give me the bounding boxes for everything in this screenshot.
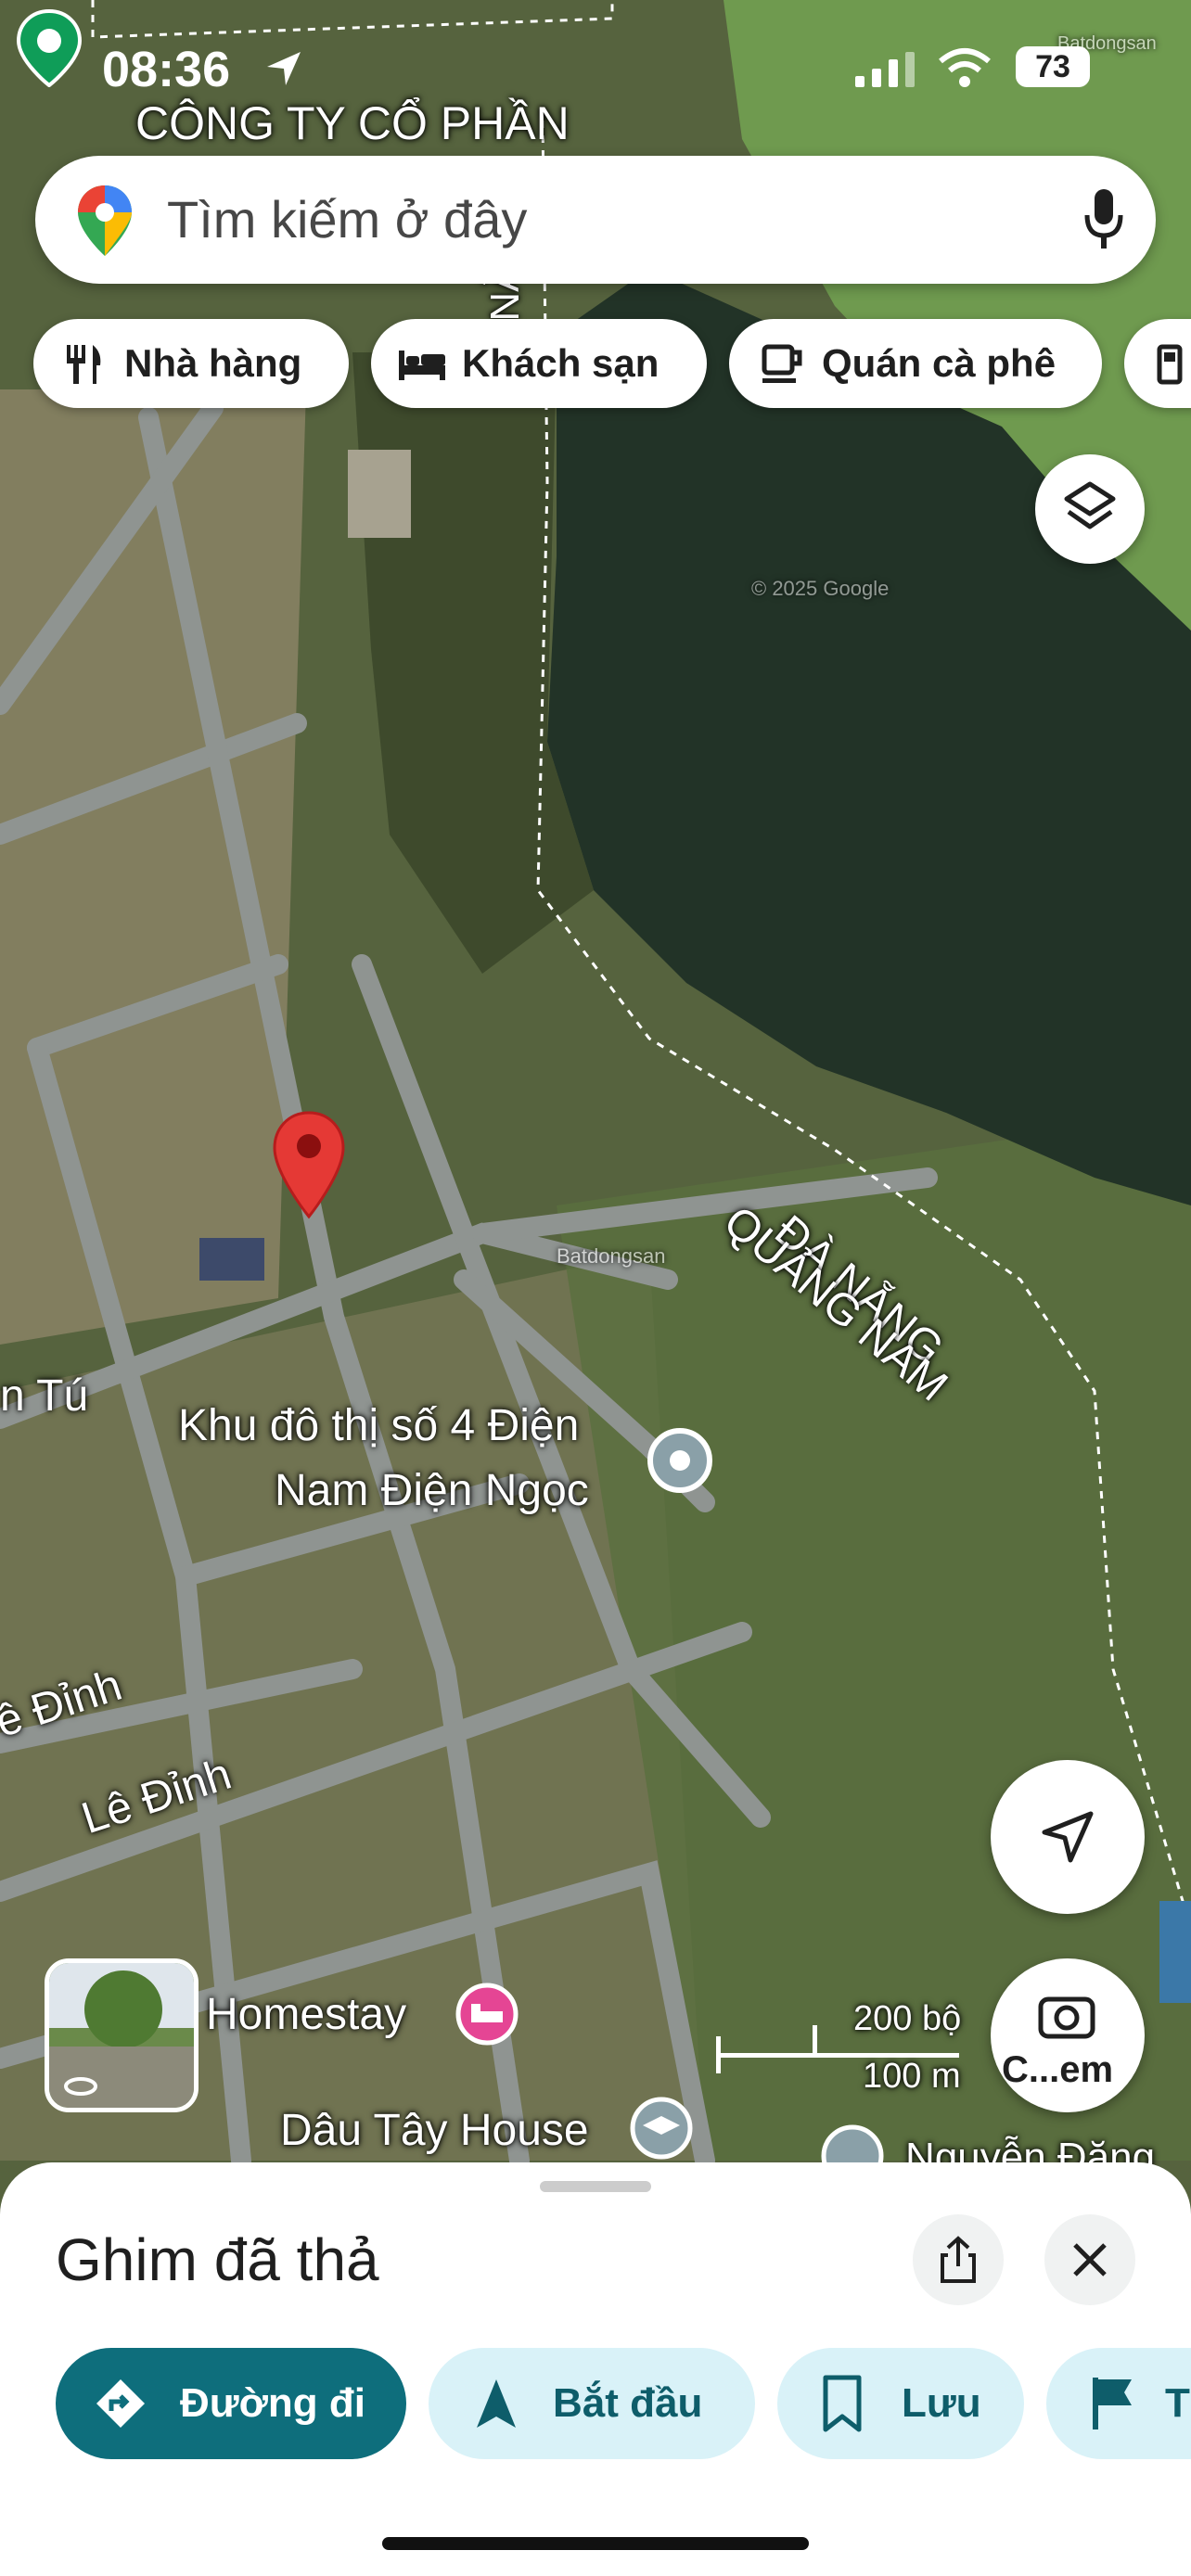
home-indicator[interactable]	[382, 2537, 809, 2550]
poi-marker-school-icon[interactable]	[629, 2096, 694, 2161]
directions-button[interactable]: Đường đi	[56, 2348, 406, 2459]
chip-hotels[interactable]: Khách sạn	[371, 319, 707, 408]
bookmark-icon	[823, 2375, 862, 2432]
chip-label: Nhà hàng	[124, 341, 302, 385]
gas-station-icon	[1157, 344, 1183, 385]
chip-restaurants[interactable]: Nhà hàng	[33, 319, 349, 408]
dropped-pin-icon[interactable]	[271, 1109, 347, 1220]
map-label-homestay[interactable]: Homestay	[206, 1989, 406, 2040]
fork-knife-icon	[67, 345, 101, 384]
wifi-icon	[939, 48, 991, 87]
map-label-khu-do-thi-line1[interactable]: Khu đô thị số 4 Điện	[178, 1400, 579, 1451]
directions-label: Đường đi	[180, 2380, 365, 2426]
directions-icon	[96, 2379, 145, 2428]
start-label: Bắt đầu	[553, 2380, 703, 2426]
layers-icon	[1064, 481, 1116, 529]
cellular-signal-icon	[855, 52, 915, 87]
layers-button[interactable]	[1035, 454, 1145, 564]
sheet-title: Ghim đã thả	[56, 2226, 379, 2293]
map-label-khu-do-thi-line2[interactable]: Nam Điện Ngọc	[275, 1465, 589, 1516]
close-button[interactable]	[1044, 2214, 1135, 2305]
google-maps-logo-icon	[78, 185, 132, 256]
status-bar: 08:36 73	[0, 37, 1191, 102]
map-label-dau-tay-house[interactable]: Dâu Tây House	[280, 2105, 589, 2156]
microphone-icon[interactable]	[1083, 187, 1124, 252]
search-bar[interactable]: Tìm kiếm ở đây	[35, 156, 1156, 284]
label-text: T	[1165, 2380, 1190, 2426]
navigation-arrow-icon	[1042, 1811, 1094, 1863]
status-time: 08:36	[102, 42, 231, 97]
chip-label: Khách sạn	[462, 341, 660, 385]
chip-cafes[interactable]: Quán cà phê	[729, 319, 1102, 408]
camera-button-label: C...em	[1002, 2049, 1114, 2090]
share-button[interactable]	[913, 2214, 1004, 2305]
navigation-arrow-icon	[477, 2379, 516, 2428]
scale-bar: 200 bộ 100 m	[714, 1999, 965, 2096]
save-button[interactable]: Lưu	[777, 2348, 1024, 2459]
share-icon	[941, 2236, 976, 2283]
poi-marker-nguyen-dang-icon[interactable]	[820, 2123, 885, 2162]
bed-icon	[399, 351, 445, 380]
camera-button[interactable]: C...em	[991, 1958, 1145, 2112]
save-label: Lưu	[902, 2380, 981, 2426]
scale-metric: 100 m	[863, 2057, 961, 2096]
street-view-thumbnail[interactable]	[45, 1958, 198, 2112]
rotate-360-icon	[64, 2077, 97, 2096]
battery-indicator: 73	[1016, 46, 1090, 87]
flag-icon	[1093, 2378, 1132, 2429]
my-location-button[interactable]	[991, 1760, 1145, 1914]
coffee-cup-icon	[762, 344, 802, 383]
street-label-tu: n Tú	[0, 1371, 89, 1421]
start-button[interactable]: Bắt đầu	[429, 2348, 755, 2459]
map-label-company: CÔNG TY CỔ PHẦN	[135, 97, 570, 149]
search-input[interactable]: Tìm kiếm ở đây	[167, 189, 527, 249]
close-icon	[1073, 2243, 1107, 2276]
sheet-drag-handle[interactable]	[540, 2181, 651, 2192]
scale-imperial: 200 bộ	[853, 1999, 962, 2038]
place-bottom-sheet[interactable]: Ghim đã thả Đường đi Bắt đầu Lưu T	[0, 2162, 1191, 2576]
location-arrow-icon	[267, 52, 301, 85]
poi-marker-khu-do-thi-icon[interactable]	[646, 1426, 714, 1495]
chip-label: Quán cà phê	[822, 341, 1057, 385]
poi-marker-homestay-bed-icon[interactable]	[455, 1982, 519, 2047]
camera-search-icon	[1038, 1996, 1095, 2039]
watermark-center: Batdongsan	[557, 1244, 666, 1268]
label-button[interactable]: T	[1046, 2348, 1191, 2459]
map-copyright: © 2025 Google	[751, 577, 890, 600]
